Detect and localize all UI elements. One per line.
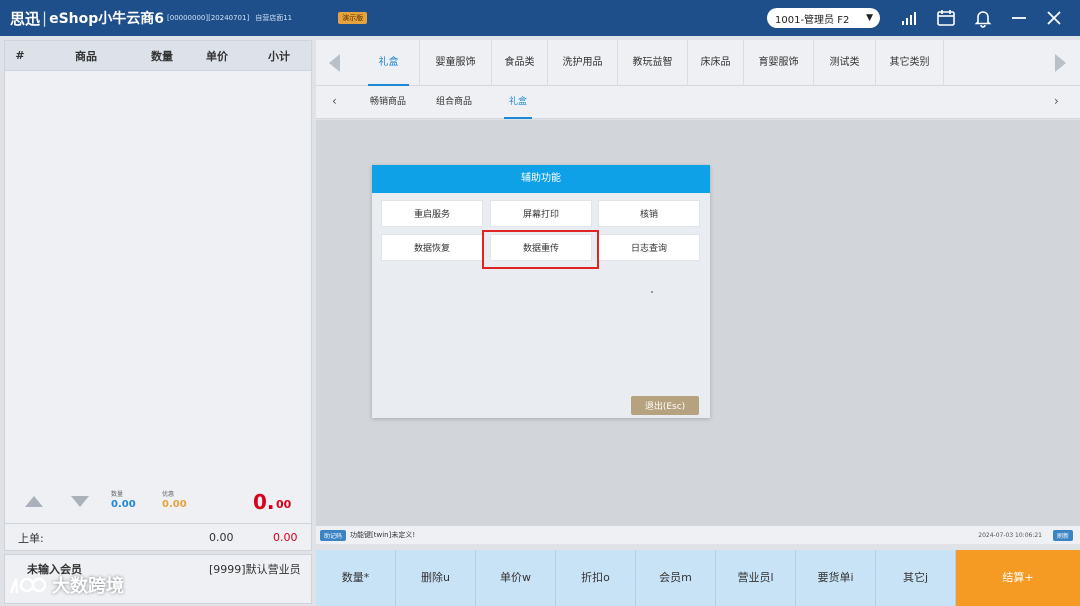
subcategory-tab-combo[interactable]: 组合商品	[426, 86, 482, 119]
quantity-button[interactable]: 数量*	[316, 550, 396, 606]
subcategory-tab-bestsellers[interactable]: 畅销商品	[360, 86, 416, 119]
subcategory-bar: ‹ 畅销商品 组合商品 礼盒 ›	[316, 86, 1080, 119]
close-icon[interactable]	[1044, 8, 1064, 28]
restart-service-button[interactable]: 重启服务	[381, 200, 483, 227]
log-query-button[interactable]: 日志查询	[598, 234, 700, 261]
member-button[interactable]: 会员m	[636, 550, 716, 606]
scroll-down-icon[interactable]	[71, 496, 89, 507]
status-message: 功能键[twin]未定义!	[350, 531, 416, 539]
signal-icon	[902, 12, 916, 25]
watermark-logo-icon	[9, 577, 47, 594]
total-amount: 0.	[253, 490, 275, 514]
shop-code: [00000000][20240701]	[167, 14, 250, 22]
category-next-icon[interactable]	[1055, 54, 1066, 72]
minimize-icon[interactable]	[1009, 8, 1029, 28]
total-decimal: 00	[276, 498, 292, 511]
category-tab-other[interactable]: 其它类别	[876, 40, 944, 86]
function-bar: 数量* 删除u 单价w 折扣o 会员m 营业员l 要货单i 其它j 结算+	[316, 550, 1080, 606]
previous-order-row: 上单: 0.00 0.00	[5, 523, 311, 551]
scroll-up-icon[interactable]	[25, 496, 43, 507]
subcategory-next-icon[interactable]: ›	[1054, 94, 1059, 108]
data-recovery-button[interactable]: 数据恢复	[381, 234, 483, 261]
demo-badge: 演示版	[338, 12, 368, 24]
exit-button[interactable]: 退出(Esc)	[631, 396, 699, 415]
app-name: eShop小牛云商6	[49, 11, 165, 27]
salesperson-button[interactable]: 营业员l	[716, 550, 796, 606]
chevron-down-icon: ▼	[866, 13, 873, 23]
subcategory-prev-icon[interactable]: ‹	[332, 94, 337, 108]
brand-logo: 思迅	[10, 9, 41, 28]
col-qty: 数量	[151, 49, 173, 63]
prev-qty: 0.00	[209, 531, 234, 544]
other-button[interactable]: 其它j	[876, 550, 956, 606]
dialog-title: 辅助功能	[372, 165, 710, 193]
status-bar: 助记码 功能键[twin]未定义! 2024-07-03 10:06:21 刷新	[316, 526, 1080, 544]
bell-icon[interactable]	[973, 8, 993, 28]
category-tab-food[interactable]: 食品类	[492, 40, 548, 86]
requisition-button[interactable]: 要货单i	[796, 550, 876, 606]
title-bar: 思迅 | eShop小牛云商6 [00000000][20240701] 自营店…	[0, 0, 1080, 36]
status-time: 2024-07-03 10:06:21	[978, 531, 1042, 539]
qty-value: 0.00	[111, 499, 136, 510]
category-tab-educational-toys[interactable]: 教玩益智	[618, 40, 688, 86]
qty-label: 数量	[111, 491, 124, 498]
calendar-icon[interactable]	[936, 8, 956, 28]
delete-button[interactable]: 删除u	[396, 550, 476, 606]
verification-button[interactable]: 核销	[598, 200, 700, 227]
subcategory-tab-gift-box[interactable]: 礼盒	[500, 86, 536, 119]
salesperson: [9999]默认营业员	[209, 563, 301, 576]
category-tab-gift-box[interactable]: 礼盒	[358, 40, 420, 86]
category-bar: 礼盒 婴童服饰 食品类 洗护用品 教玩益智 床床品 育婴服饰 测试类 其它类别	[316, 40, 1080, 86]
category-tab-test[interactable]: 测试类	[814, 40, 876, 86]
discount-button[interactable]: 折扣o	[556, 550, 636, 606]
category-prev-icon[interactable]	[329, 54, 340, 72]
aux-functions-dialog: 辅助功能 重启服务 屏幕打印 核销 数据恢复 数据重传 日志查询 退出(Esc)	[372, 165, 710, 418]
discount-value: 0.00	[162, 499, 187, 510]
cart-header: # 商品 数量 单价 小计	[5, 41, 311, 71]
user-label: 1001-管理员 F2	[775, 14, 850, 26]
shop-name: 自营店面11	[255, 14, 293, 22]
unit-price-button[interactable]: 单价w	[476, 550, 556, 606]
category-tab-toiletries[interactable]: 洗护用品	[548, 40, 618, 86]
prev-total: 0.00	[273, 531, 298, 544]
watermark: 大数跨境	[8, 572, 124, 598]
col-index: #	[15, 49, 25, 62]
help-badge[interactable]: 助记码	[320, 529, 347, 541]
category-tab-baby-clothing[interactable]: 婴童服饰	[420, 40, 492, 86]
col-product: 商品	[75, 49, 97, 63]
category-tab-bedding[interactable]: 床床品	[688, 40, 744, 86]
highlight-box	[482, 230, 599, 269]
cart-list[interactable]	[5, 72, 311, 512]
brand-separator: |	[42, 9, 48, 27]
discount-label: 优惠	[162, 491, 175, 498]
col-price: 单价	[206, 49, 228, 63]
prev-label: 上单:	[18, 531, 44, 545]
cart-controls: 数量 0.00 优惠 0.00 0. 00	[5, 484, 311, 520]
user-selector[interactable]: 1001-管理员 F2 ▼	[767, 8, 880, 28]
screen-print-button[interactable]: 屏幕打印	[490, 200, 592, 227]
col-subtotal: 小计	[268, 49, 290, 63]
cart-panel: # 商品 数量 单价 小计 数量 0.00 优惠 0.00 0. 00 上单: …	[4, 40, 312, 551]
dialog-dot	[651, 291, 653, 293]
category-tab-infant-clothing[interactable]: 育婴服饰	[744, 40, 814, 86]
refresh-badge[interactable]: 刷新	[1052, 529, 1073, 541]
checkout-button[interactable]: 结算+	[956, 550, 1080, 606]
watermark-text: 大数跨境	[52, 576, 124, 597]
